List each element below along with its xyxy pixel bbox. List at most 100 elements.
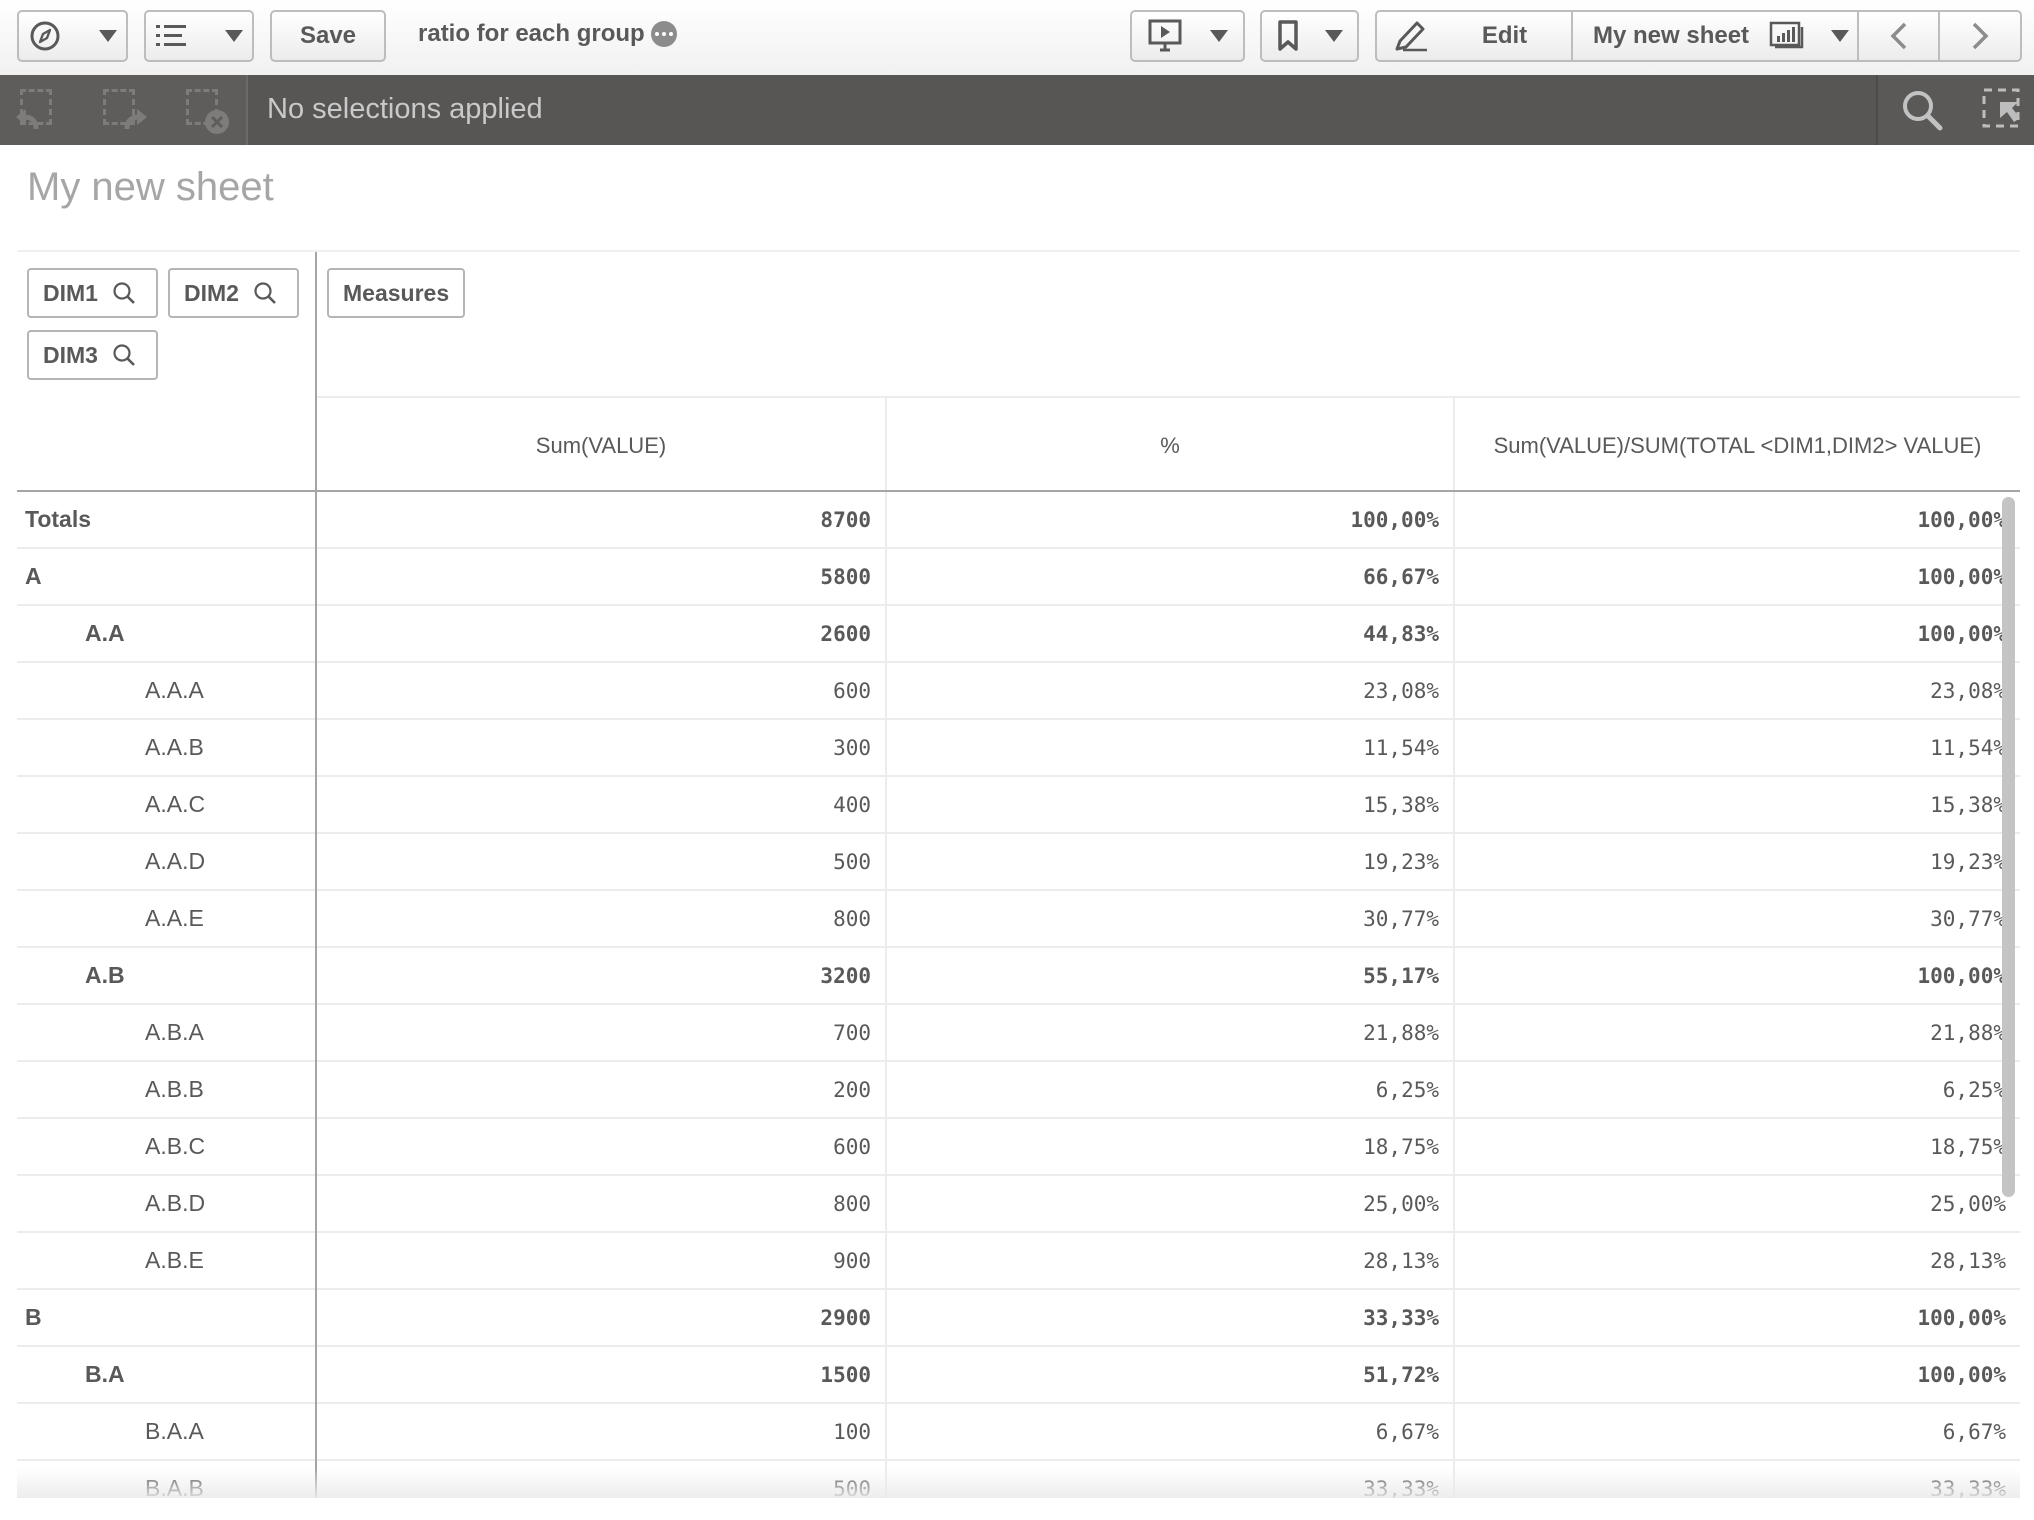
row-dimension-label[interactable]: A.A (85, 606, 125, 661)
table-cell: 21,88% (885, 1005, 1453, 1060)
table-cell: 23,08% (1453, 663, 2020, 718)
edit-button[interactable]: Edit (1375, 10, 1574, 62)
table-row: A 5800 66,67% 100,00% (17, 547, 2020, 606)
chevron-down-icon (1209, 30, 1228, 42)
table-row: A.B.C 600 18,75% 18,75% (17, 1117, 2020, 1176)
sheet-chart-icon (1769, 21, 1804, 49)
dimension-label: DIM3 (43, 341, 98, 368)
table-cell: 100,00% (1453, 1290, 2020, 1345)
row-dimension-label[interactable]: A.B.D (145, 1176, 205, 1231)
row-dimension-label[interactable]: A.A.C (145, 777, 205, 832)
previous-sheet-button[interactable] (1857, 10, 1940, 62)
selections-bar: No selections applied (0, 75, 2034, 145)
table-row: A.B.A 700 21,88% 21,88% (17, 1003, 2020, 1062)
row-dimension-label[interactable]: A.A.D (145, 834, 205, 889)
row-dimension-label[interactable]: B (25, 1290, 42, 1345)
step-forward-icon (124, 109, 147, 130)
edit-label: Edit (1481, 22, 1528, 49)
table-cell: 100,00% (1453, 492, 2020, 547)
save-label: Save (299, 22, 357, 49)
row-dimension-label[interactable]: A.B.C (145, 1119, 205, 1174)
save-button[interactable]: Save (270, 10, 386, 62)
table-cell: 5800 (820, 564, 871, 589)
search-icon[interactable] (1900, 88, 1944, 132)
chevron-down-icon (1831, 30, 1850, 42)
table-row: B.A.A 100 6,67% 6,67% (17, 1402, 2020, 1461)
table-row: A.A 2600 44,83% 100,00% (17, 604, 2020, 663)
table-row: A.A.C 400 15,38% 15,38% (17, 775, 2020, 834)
row-dimension-label[interactable]: B.A.A (145, 1404, 204, 1459)
row-dimension-label[interactable]: A.B.E (145, 1233, 204, 1288)
table-cell: 400 (833, 792, 871, 817)
table-cell: 19,23% (1453, 834, 2020, 889)
table-cell: 2600 (820, 621, 871, 646)
table-cell: 100,00% (1453, 1347, 2020, 1402)
sheet-selector-button[interactable]: My new sheet (1571, 10, 1859, 62)
step-back-button[interactable] (14, 89, 58, 130)
clear-selections-button[interactable] (180, 89, 229, 134)
compass-icon (30, 21, 59, 51)
row-dimension-label[interactable]: A.B.B (145, 1062, 204, 1117)
app-title: ratio for each group (418, 20, 677, 48)
selection-tools (0, 75, 248, 145)
table-cell: 900 (833, 1248, 871, 1273)
table-cell: 100 (833, 1419, 871, 1444)
step-forward-button[interactable] (97, 89, 147, 130)
column-header[interactable]: Sum(VALUE) (317, 398, 885, 494)
dimension-chip-dim1[interactable]: DIM1 (27, 268, 158, 318)
row-dimension-label[interactable]: Totals (25, 492, 91, 547)
column-header[interactable]: % (885, 398, 1453, 494)
table-cell: 21,88% (1453, 1005, 2020, 1060)
dimension-chip-dim3[interactable]: DIM3 (27, 330, 158, 380)
selection-tool-icon[interactable] (1982, 88, 2022, 130)
column-header[interactable]: Sum(VALUE)/SUM(TOTAL <DIM1,DIM2> VALUE) (1453, 398, 2020, 494)
row-dimension-label[interactable]: A.A.E (145, 891, 204, 946)
table-row: A.B 3200 55,17% 100,00% (17, 946, 2020, 1005)
pivot-rows: Totals 8700 100,00% 100,00% A 5800 66,67% 100,0… (17, 490, 2020, 1498)
table-cell: 18,75% (1453, 1119, 2020, 1174)
selections-right-tools (1876, 75, 2034, 145)
row-dimension-label[interactable]: A (25, 549, 42, 604)
vertical-scrollbar[interactable] (2002, 497, 2015, 1197)
table-cell: 30,77% (1453, 891, 2020, 946)
bookmark-icon (1277, 20, 1298, 51)
table-cell: 500 (833, 849, 871, 874)
sheet-title: My new sheet (27, 165, 274, 209)
table-row: B 2900 33,33% 100,00% (17, 1288, 2020, 1347)
list-icon (156, 25, 186, 46)
bookmarks-button[interactable] (1260, 10, 1359, 62)
table-cell: 15,38% (885, 777, 1453, 832)
sheet-selector-label: My new sheet (1593, 22, 1750, 49)
table-cell: 18,75% (885, 1119, 1453, 1174)
table-cell: 200 (833, 1077, 871, 1102)
app-title-text: ratio for each group (418, 20, 645, 47)
present-button[interactable] (1130, 10, 1245, 62)
dimension-chip-dim2[interactable]: DIM2 (168, 268, 299, 318)
scroll-fade (17, 1468, 2020, 1498)
navigation-menu-button[interactable] (17, 10, 128, 62)
table-row: A.A.E 800 30,77% 30,77% (17, 889, 2020, 948)
search-icon (113, 344, 135, 366)
pivot-table: DIM1 DIM2 DIM3 Measures Sum(VALUE) % Sum… (17, 250, 2020, 1498)
row-dimension-label[interactable]: A.A.A (145, 663, 204, 718)
measures-chip[interactable]: Measures (327, 268, 465, 318)
pencil-icon (1395, 21, 1427, 52)
table-cell: 600 (833, 678, 871, 703)
row-dimension-label[interactable]: A.B.A (145, 1005, 204, 1060)
dimension-label: DIM1 (43, 279, 98, 306)
selections-status: No selections applied (267, 93, 543, 125)
more-dots-icon[interactable] (650, 21, 677, 47)
app-overview-button[interactable] (144, 10, 254, 62)
table-cell: 8700 (820, 507, 871, 532)
clear-selections-icon (205, 110, 229, 134)
table-cell: 44,83% (885, 606, 1453, 661)
table-cell: 2900 (820, 1305, 871, 1330)
row-dimension-label[interactable]: A.B (85, 948, 125, 1003)
row-dimension-label[interactable]: B.A (85, 1347, 125, 1402)
table-row: A.B.B 200 6,25% 6,25% (17, 1060, 2020, 1119)
next-sheet-button[interactable] (1938, 10, 2022, 62)
row-dimension-label[interactable]: A.A.B (145, 720, 204, 775)
presentation-icon (1148, 19, 1181, 52)
table-row: A.A.B 300 11,54% 11,54% (17, 718, 2020, 777)
table-cell: 100,00% (1453, 606, 2020, 661)
